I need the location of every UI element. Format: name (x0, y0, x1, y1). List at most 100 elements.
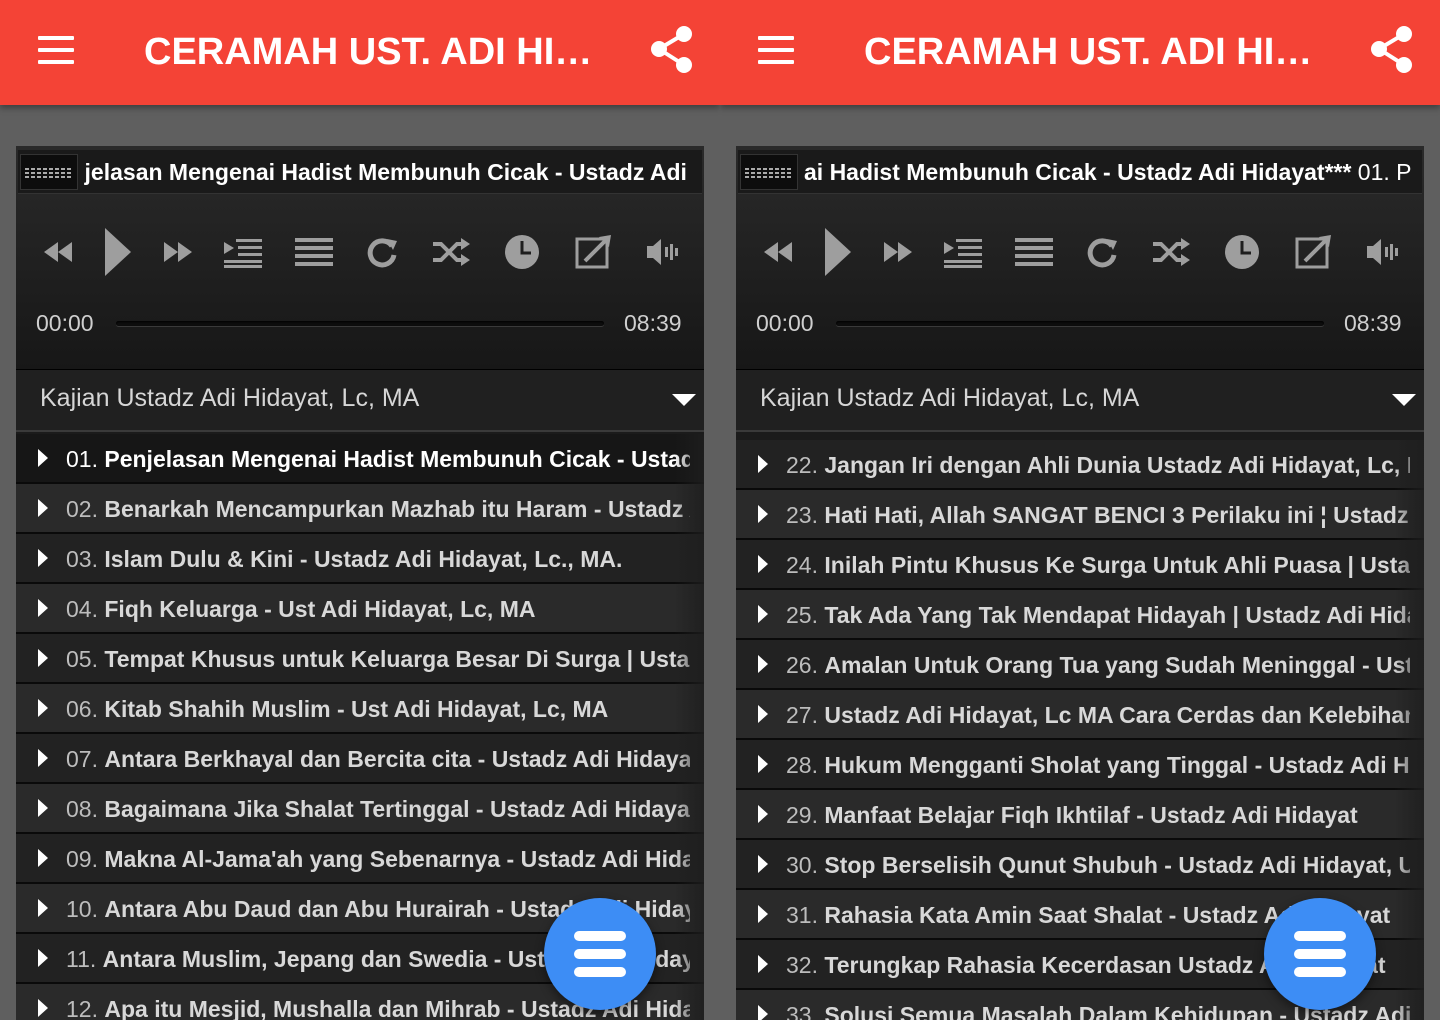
rewind-icon[interactable] (40, 226, 76, 278)
track-number: 03. (66, 546, 98, 572)
track-label: 30. Stop Berselisih Qunut Shubuh - Ustad… (786, 851, 1410, 879)
track-title: Benarkah Mencampurkan Mazhab itu Haram -… (104, 496, 690, 522)
track-number: 31. (786, 902, 818, 928)
equalizer-icon (20, 154, 78, 190)
play-triangle-icon (38, 449, 48, 467)
track-list-item[interactable]: 22. Jangan Iri dengan Ahli Dunia Ustadz … (736, 440, 1424, 490)
play-icon[interactable] (820, 226, 856, 278)
track-list-item[interactable]: 08. Bagaimana Jika Shalat Tertinggal - U… (16, 784, 704, 834)
play-triangle-icon (38, 999, 48, 1017)
track-list-item[interactable]: 01. Penjelasan Mengenai Hadist Membunuh … (16, 434, 704, 484)
fast-forward-icon[interactable] (160, 226, 196, 278)
clock-icon[interactable] (1222, 226, 1262, 278)
fast-forward-icon[interactable] (880, 226, 916, 278)
track-title: Amalan Untuk Orang Tua yang Sudah Mening… (824, 652, 1410, 678)
track-title: Jangan Iri dengan Ahli Dunia Ustadz Adi … (824, 452, 1410, 478)
track-number: 05. (66, 646, 98, 672)
hamburger-menu-icon[interactable] (36, 34, 76, 66)
hamburger-menu-icon[interactable] (756, 34, 796, 66)
screen-right: CERAMAH UST. ADI HIDAYAT ai Hadist Membu… (720, 0, 1440, 1020)
list-icon[interactable] (1012, 226, 1056, 278)
track-label: 25. Tak Ada Yang Tak Mendapat Hidayah | … (786, 601, 1410, 629)
track-list-item[interactable]: 30. Stop Berselisih Qunut Shubuh - Ustad… (736, 840, 1424, 890)
playlist-dropdown[interactable]: Kajian Ustadz Adi Hidayat, Lc, MA (16, 370, 704, 432)
track-title: Tak Ada Yang Tak Mendapat Hidayah | Usta… (824, 602, 1410, 628)
play-triangle-icon (38, 599, 48, 617)
resize-icon[interactable] (572, 226, 616, 278)
play-triangle-icon (758, 905, 768, 923)
track-number: 02. (66, 496, 98, 522)
track-list-item[interactable]: 05. Tempat Khusus untuk Keluarga Besar D… (16, 634, 704, 684)
track-label: 01. Penjelasan Mengenai Hadist Membunuh … (66, 445, 690, 473)
track-list-item[interactable]: 28. Hukum Mengganti Sholat yang Tinggal … (736, 740, 1424, 790)
track-label: 07. Antara Berkhayal dan Bercita cita - … (66, 745, 690, 773)
track-number: 07. (66, 746, 98, 772)
volume-icon[interactable] (642, 226, 682, 278)
track-number: 24. (786, 552, 818, 578)
track-label: 08. Bagaimana Jika Shalat Tertinggal - U… (66, 795, 690, 823)
track-list-item[interactable]: 09. Makna Al-Jama'ah yang Sebenarnya - U… (16, 834, 704, 884)
track-title: Penjelasan Mengenai Hadist Membunuh Cica… (104, 446, 690, 472)
play-triangle-icon (38, 499, 48, 517)
elapsed-time: 00:00 (756, 310, 814, 336)
play-triangle-icon (38, 749, 48, 767)
list-menu-fab[interactable] (1264, 898, 1376, 1010)
volume-icon[interactable] (1362, 226, 1402, 278)
elapsed-time: 00:00 (36, 310, 94, 336)
playlist-next-icon[interactable] (220, 226, 264, 278)
track-list-item[interactable]: 26. Amalan Untuk Orang Tua yang Sudah Me… (736, 640, 1424, 690)
track-list-item[interactable]: 06. Kitab Shahih Muslim - Ust Adi Hidaya… (16, 684, 704, 734)
track-number: 04. (66, 596, 98, 622)
track-number: 28. (786, 752, 818, 778)
rewind-icon[interactable] (760, 226, 796, 278)
play-triangle-icon (758, 1005, 768, 1020)
repeat-icon[interactable] (362, 226, 402, 278)
playlist-dropdown-value: Kajian Ustadz Adi Hidayat, Lc, MA (40, 384, 420, 412)
audio-player: ai Hadist Membunuh Cicak - Ustadz Adi Hi… (736, 146, 1424, 370)
shuffle-icon[interactable] (428, 226, 474, 278)
track-label: 28. Hukum Mengganti Sholat yang Tinggal … (786, 751, 1410, 779)
shuffle-icon[interactable] (1148, 226, 1194, 278)
track-title: Islam Dulu & Kini - Ustadz Adi Hidayat, … (104, 546, 623, 572)
track-list-item[interactable]: 29. Manfaat Belajar Fiqh Ikhtilaf - Usta… (736, 790, 1424, 840)
track-label: 03. Islam Dulu & Kini - Ustadz Adi Hiday… (66, 545, 690, 573)
track-number: 23. (786, 502, 818, 528)
equalizer-icon (740, 154, 798, 190)
seek-bar[interactable] (116, 321, 604, 326)
track-list-item[interactable]: 25. Tak Ada Yang Tak Mendapat Hidayah | … (736, 590, 1424, 640)
track-label: 02. Benarkah Mencampurkan Mazhab itu Har… (66, 495, 690, 523)
track-number: 30. (786, 852, 818, 878)
track-list-item[interactable]: 24. Inilah Pintu Khusus Ke Surga Untuk A… (736, 540, 1424, 590)
app-bar: CERAMAH UST. ADI HIDAYAT (720, 0, 1440, 105)
track-number: 09. (66, 846, 98, 872)
repeat-icon[interactable] (1082, 226, 1122, 278)
list-menu-fab[interactable] (544, 898, 656, 1010)
play-triangle-icon (758, 555, 768, 573)
track-list-item[interactable]: 03. Islam Dulu & Kini - Ustadz Adi Hiday… (16, 534, 704, 584)
track-label: 22. Jangan Iri dengan Ahli Dunia Ustadz … (786, 451, 1410, 479)
resize-icon[interactable] (1292, 226, 1336, 278)
player-panel: 01. Penjelasan Mengenai Hadist Membunuh … (16, 146, 704, 1020)
dropdown-arrow-icon (672, 394, 696, 406)
play-icon[interactable] (100, 226, 136, 278)
clock-icon[interactable] (502, 226, 542, 278)
playlist-next-icon[interactable] (940, 226, 984, 278)
track-label: 05. Tempat Khusus untuk Keluarga Besar D… (66, 645, 690, 673)
track-list-item[interactable]: 02. Benarkah Mencampurkan Mazhab itu Har… (16, 484, 704, 534)
list-icon[interactable] (292, 226, 336, 278)
play-triangle-icon (38, 849, 48, 867)
track-list-item[interactable]: 23. Hati Hati, Allah SANGAT BENCI 3 Peri… (736, 490, 1424, 540)
track-title: Bagaimana Jika Shalat Tertinggal - Ustad… (104, 796, 690, 822)
share-icon[interactable] (646, 24, 698, 76)
share-icon[interactable] (1366, 24, 1418, 76)
track-number: 27. (786, 702, 818, 728)
track-list-item[interactable]: 04. Fiqh Keluarga - Ust Adi Hidayat, Lc,… (16, 584, 704, 634)
playlist-dropdown[interactable]: Kajian Ustadz Adi Hidayat, Lc, MA (736, 370, 1424, 432)
track-list-item[interactable]: 07. Antara Berkhayal dan Bercita cita - … (16, 734, 704, 784)
track-list-item[interactable]: 27. Ustadz Adi Hidayat, Lc MA Cara Cerda… (736, 690, 1424, 740)
playlist-dropdown-value: Kajian Ustadz Adi Hidayat, Lc, MA (760, 384, 1140, 412)
track-title: Fiqh Keluarga - Ust Adi Hidayat, Lc, MA (104, 596, 536, 622)
track-label: 24. Inilah Pintu Khusus Ke Surga Untuk A… (786, 551, 1410, 579)
seek-bar[interactable] (836, 321, 1324, 326)
dropdown-arrow-icon (1392, 394, 1416, 406)
